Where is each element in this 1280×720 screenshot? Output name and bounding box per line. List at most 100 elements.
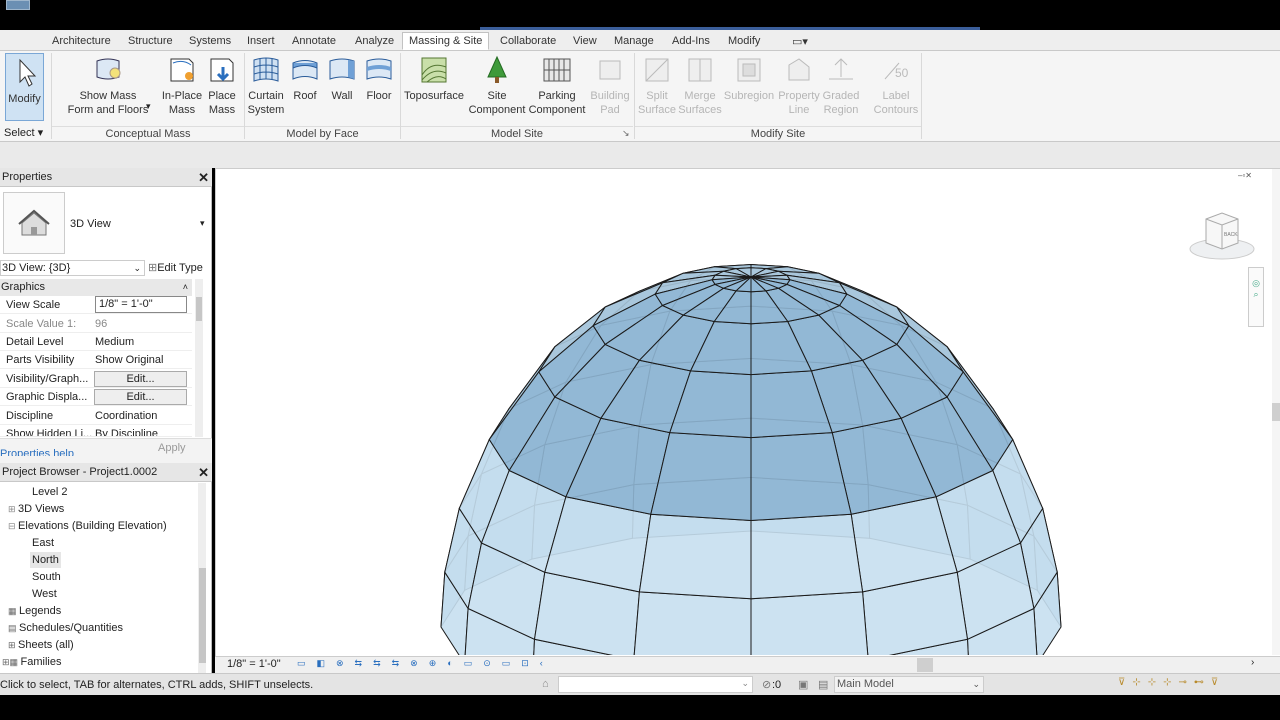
- view-cube[interactable]: BACK: [1188, 209, 1258, 265]
- dialog-launcher-icon[interactable]: ↘: [622, 128, 630, 139]
- view-scale-control[interactable]: 1/8" = 1'-0": [227, 658, 281, 670]
- view-scale-input[interactable]: 1/8" = 1'-0": [95, 296, 187, 313]
- prop-value[interactable]: Show Original: [95, 351, 187, 369]
- tab-add-ins[interactable]: Add-Ins: [670, 33, 712, 51]
- wall-button[interactable]: Wall: [324, 55, 360, 103]
- graded-region-button[interactable]: Graded Region: [820, 55, 862, 117]
- subregion-button[interactable]: Subregion: [723, 55, 775, 103]
- view-instance-selector[interactable]: 3D View: {3D} ⌄: [0, 260, 145, 276]
- editable-only-icon[interactable]: ▣: [798, 678, 808, 691]
- tab-annotate[interactable]: Annotate: [290, 33, 338, 51]
- split-surface-button[interactable]: Split Surface: [636, 55, 678, 117]
- prop-value[interactable]: By Discipline: [95, 425, 187, 436]
- horizontal-scroll-thumb[interactable]: [917, 658, 933, 672]
- prop-value[interactable]: Medium: [95, 333, 187, 351]
- in-place-mass-button[interactable]: In-Place Mass: [160, 55, 204, 117]
- prop-value[interactable]: Coordination: [95, 407, 187, 425]
- type-selector-dropdown-icon[interactable]: ▾: [200, 218, 205, 229]
- panel-toggle-icon[interactable]: ▭▾: [790, 34, 810, 52]
- tab-systems[interactable]: Systems: [187, 33, 233, 51]
- sheets-icon: ⊞: [8, 640, 19, 650]
- tab-view[interactable]: View: [571, 33, 599, 51]
- tree-node-3d-views[interactable]: ⊞ 3D Views: [8, 501, 64, 517]
- selection-filter-icons[interactable]: ⊽⊹⊹⊹⊸⊷⊽: [1118, 677, 1225, 688]
- select-dropdown[interactable]: Select ▾: [4, 126, 43, 141]
- tree-node-north[interactable]: North: [30, 552, 61, 568]
- curtain-system-button[interactable]: Curtain System: [246, 55, 286, 117]
- steering-wheel-icon[interactable]: ◎: [1249, 278, 1263, 289]
- roof-icon: [292, 60, 318, 80]
- project-browser-header: Project Browser - Project1.0002 ✕: [0, 463, 212, 482]
- tab-structure[interactable]: Structure: [126, 33, 175, 51]
- tree-node-east[interactable]: East: [32, 535, 54, 551]
- close-icon[interactable]: ✕: [198, 168, 209, 187]
- families-icon: ⊞▦: [2, 657, 21, 667]
- apply-button[interactable]: Apply: [158, 442, 186, 454]
- tree-node-west[interactable]: West: [32, 586, 57, 602]
- 3d-viewport[interactable]: –▫✕ BACK ◎ ⌕: [215, 168, 1280, 720]
- zoom-icon[interactable]: ⌕: [1249, 289, 1263, 300]
- tree-node-south[interactable]: South: [32, 569, 61, 585]
- edit-type-button[interactable]: ⊞Edit Type: [148, 260, 203, 276]
- collapse-icon[interactable]: ⊟: [8, 521, 18, 531]
- edit-button[interactable]: Edit...: [94, 371, 187, 387]
- design-option-selector[interactable]: Main Model ⌄: [834, 676, 984, 693]
- place-mass-button[interactable]: Place Mass: [204, 55, 240, 117]
- close-icon[interactable]: ✕: [198, 463, 209, 482]
- expand-icon[interactable]: ⊞: [8, 504, 18, 514]
- edit-button[interactable]: Edit...: [94, 389, 187, 405]
- show-mass-dropdown-icon[interactable]: ▾: [146, 101, 151, 112]
- tab-modify[interactable]: Modify: [726, 33, 762, 51]
- building-pad-button[interactable]: Building Pad: [588, 55, 632, 117]
- tab-analyze[interactable]: Analyze: [353, 33, 396, 51]
- modify-button[interactable]: Modify: [5, 53, 44, 121]
- parking-component-label-2: Component: [528, 104, 586, 116]
- parking-component-button[interactable]: Parking Component: [527, 55, 587, 117]
- prop-key: Detail Level: [6, 336, 64, 348]
- tree-node-schedules[interactable]: ▤ Schedules/Quantities: [8, 620, 123, 636]
- ribbon-tabs: Architecture Structure Systems Insert An…: [0, 30, 1280, 51]
- dome-panel[interactable]: [638, 513, 752, 600]
- toposurface-button[interactable]: Toposurface: [403, 55, 465, 103]
- dome-panel[interactable]: [633, 591, 752, 668]
- dome-panel[interactable]: [750, 591, 869, 668]
- navigation-bar[interactable]: ◎ ⌕: [1248, 267, 1264, 327]
- merge-surfaces-button[interactable]: Merge Surfaces: [678, 55, 722, 117]
- tab-architecture[interactable]: Architecture: [50, 33, 113, 51]
- roof-button[interactable]: Roof: [288, 55, 322, 103]
- tab-collaborate[interactable]: Collaborate: [498, 33, 558, 51]
- glass-dome-model[interactable]: [216, 169, 1279, 720]
- panel-conceptual-mass: Conceptual Mass: [52, 126, 244, 141]
- window-controls[interactable]: –▫✕: [1238, 171, 1252, 180]
- show-mass-button[interactable]: Show Mass Form and Floors: [66, 55, 150, 117]
- site-component-button[interactable]: Site Component: [467, 55, 527, 117]
- dome-panel[interactable]: [750, 513, 864, 600]
- site-component-label-1: Site: [487, 90, 507, 102]
- view-control-icons[interactable]: ▭◧⊗⇆⇆⇆⊗⊕◐▭⊙▭⊡‹: [297, 658, 554, 669]
- in-place-mass-label-1: In-Place: [161, 90, 203, 102]
- graphics-section-header[interactable]: Graphics ˄: [0, 279, 192, 296]
- viewport-scrollbar[interactable]: [1272, 169, 1280, 655]
- properties-footer: Properties help Apply: [0, 438, 212, 463]
- tab-insert[interactable]: Insert: [245, 33, 277, 51]
- tree-node-sheets[interactable]: ⊞ Sheets (all): [8, 637, 74, 653]
- tree-node-elevations[interactable]: ⊟ Elevations (Building Elevation): [8, 518, 167, 534]
- prop-row-scale-value: Scale Value 1: 96: [0, 315, 192, 333]
- tree-node-families[interactable]: ⊞▦ Families: [2, 654, 62, 670]
- tree-node-legends[interactable]: ▦ Legends: [8, 603, 61, 619]
- properties-scrollbar[interactable]: [195, 279, 203, 437]
- scroll-right-icon[interactable]: ›: [1251, 657, 1254, 668]
- property-line-button[interactable]: Property Line: [777, 55, 821, 117]
- tree-node-level-2[interactable]: Level 2: [32, 484, 67, 500]
- floor-button[interactable]: Floor: [362, 55, 396, 103]
- browser-scrollbar[interactable]: [198, 483, 206, 673]
- revit-app-icon[interactable]: [6, 0, 30, 10]
- label-contours-button[interactable]: 50 Label Contours: [872, 55, 920, 117]
- design-options-icon[interactable]: ▤: [818, 678, 828, 691]
- tab-manage[interactable]: Manage: [612, 33, 656, 51]
- properties-help-link[interactable]: Properties help: [0, 446, 74, 456]
- prop-row-graphic-display: Graphic Displa... Edit...: [0, 388, 192, 406]
- workset-dropdown[interactable]: ⌄: [558, 676, 753, 693]
- view-selector-value: 3D View: {3D}: [2, 262, 71, 274]
- tab-massing-site[interactable]: Massing & Site: [402, 32, 490, 50]
